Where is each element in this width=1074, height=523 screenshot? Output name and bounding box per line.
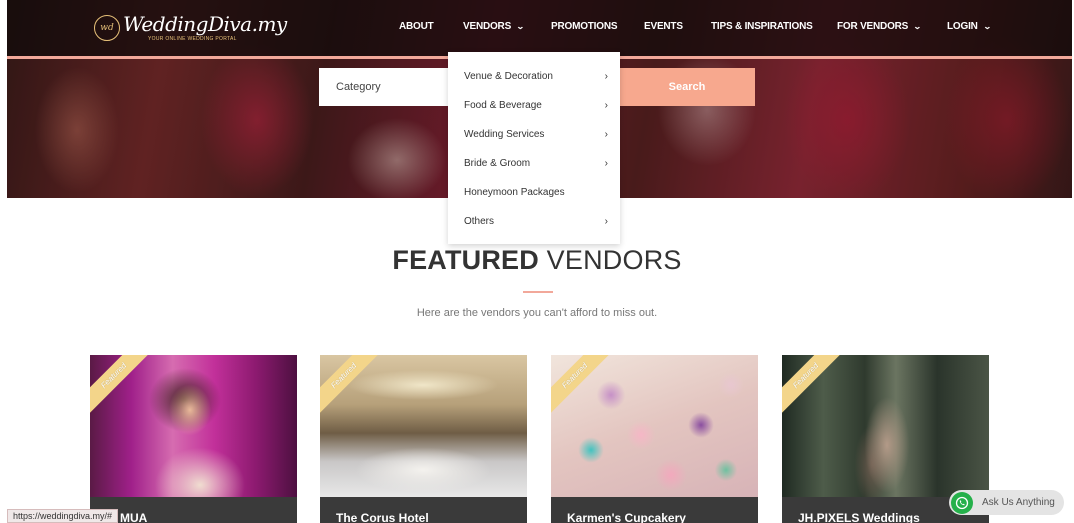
- featured-heading-light: VENDORS: [546, 245, 682, 275]
- nav-vendors-label: VENDORS: [463, 21, 512, 32]
- nav-login-label: LOGIN: [947, 21, 978, 32]
- logo-monogram: wd: [94, 15, 120, 41]
- vendor-card-name[interactable]: Karmen's Cupcakery: [551, 497, 758, 523]
- featured-ribbon: Featured: [320, 355, 380, 415]
- phone-icon: [955, 496, 969, 509]
- vendor-card[interactable]: Featured in MUA: [90, 355, 297, 523]
- dropdown-item-others[interactable]: Others ›: [464, 216, 608, 227]
- chevron-right-icon: ›: [604, 216, 608, 227]
- featured-ribbon-label: Featured: [320, 355, 380, 415]
- page: wd WeddingDiva.my YOUR ONLINE WEDDING PO…: [0, 0, 1074, 523]
- dropdown-item-food-beverage[interactable]: Food & Beverage ›: [464, 100, 608, 111]
- vendors-dropdown-menu: Venue & Decoration › Food & Beverage › W…: [448, 52, 620, 244]
- logo-name: WeddingDiva.my: [123, 12, 287, 36]
- chevron-right-icon: ›: [604, 71, 608, 82]
- chevron-down-icon: ⌄: [913, 22, 922, 31]
- chevron-right-icon: ›: [604, 100, 608, 111]
- navbar: wd WeddingDiva.my YOUR ONLINE WEDDING PO…: [7, 0, 1072, 56]
- search-button[interactable]: Search: [619, 68, 755, 106]
- chat-widget-label: Ask Us Anything: [982, 497, 1055, 508]
- logo-text: WeddingDiva.my YOUR ONLINE WEDDING PORTA…: [123, 14, 287, 42]
- nav-for-vendors[interactable]: FOR VENDORS ⌄: [837, 21, 922, 32]
- dropdown-item-label: Honeymoon Packages: [464, 187, 565, 198]
- chevron-down-icon: ⌄: [982, 22, 992, 31]
- featured-subtitle: Here are the vendors you can't afford to…: [416, 307, 658, 319]
- vendor-card[interactable]: Featured Karmen's Cupcakery: [551, 355, 758, 523]
- nav-promotions-label: PROMOTIONS: [551, 21, 618, 32]
- featured-ribbon-label: Featured: [782, 355, 842, 415]
- featured-ribbon: Featured: [782, 355, 842, 415]
- status-bar-url: https://weddingdiva.my/#: [7, 509, 119, 523]
- dropdown-item-wedding-services[interactable]: Wedding Services ›: [464, 129, 608, 140]
- nav-events-label: EVENTS: [644, 21, 683, 32]
- heading-divider: [523, 291, 553, 293]
- dropdown-item-label: Bride & Groom: [464, 158, 531, 169]
- featured-ribbon-label: Featured: [90, 355, 150, 415]
- nav-about-label: ABOUT: [399, 21, 434, 32]
- logo-tagline: YOUR ONLINE WEDDING PORTAL: [148, 36, 237, 42]
- featured-ribbon-label: Featured: [551, 355, 611, 415]
- chevron-down-icon: ⌄: [516, 22, 525, 31]
- dropdown-item-bride-groom[interactable]: Bride & Groom ›: [464, 158, 608, 169]
- featured-ribbon: Featured: [551, 355, 611, 415]
- dropdown-item-label: Others: [464, 216, 495, 227]
- vendor-card[interactable]: Featured The Corus Hotel: [320, 355, 527, 523]
- dropdown-item-label: Wedding Services: [464, 129, 545, 140]
- category-select[interactable]: Category: [319, 68, 449, 106]
- vendor-card-name[interactable]: in MUA: [90, 497, 297, 523]
- site-logo[interactable]: wd WeddingDiva.my YOUR ONLINE WEDDING PO…: [94, 10, 287, 46]
- dropdown-item-honeymoon-packages[interactable]: Honeymoon Packages: [464, 187, 608, 198]
- nav-about[interactable]: ABOUT: [399, 21, 434, 32]
- nav-promotions[interactable]: PROMOTIONS: [551, 21, 618, 32]
- featured-heading: FEATURED VENDORS: [0, 245, 1074, 276]
- chevron-right-icon: ›: [604, 158, 608, 169]
- search-button-label: Search: [668, 81, 706, 93]
- dropdown-item-label: Food & Beverage: [464, 100, 542, 111]
- nav-tips-label: TIPS & INSPIRATIONS: [711, 21, 813, 32]
- dropdown-item-venue-decoration[interactable]: Venue & Decoration ›: [464, 71, 608, 82]
- whatsapp-icon: [951, 491, 973, 514]
- nav-events[interactable]: EVENTS: [644, 21, 683, 32]
- category-select-label: Category: [336, 81, 381, 93]
- vendor-card-name[interactable]: The Corus Hotel: [320, 497, 527, 523]
- whatsapp-chat-button[interactable]: Ask Us Anything: [949, 490, 1064, 515]
- dropdown-item-label: Venue & Decoration: [464, 71, 553, 82]
- chevron-right-icon: ›: [604, 129, 608, 140]
- nav-for-vendors-label: FOR VENDORS: [837, 21, 909, 32]
- featured-heading-bold: FEATURED: [392, 245, 539, 275]
- nav-tips[interactable]: TIPS & INSPIRATIONS: [711, 21, 813, 32]
- nav-login[interactable]: LOGIN ⌄: [947, 21, 992, 32]
- featured-ribbon: Featured: [90, 355, 150, 415]
- nav-vendors[interactable]: VENDORS ⌄: [463, 21, 525, 32]
